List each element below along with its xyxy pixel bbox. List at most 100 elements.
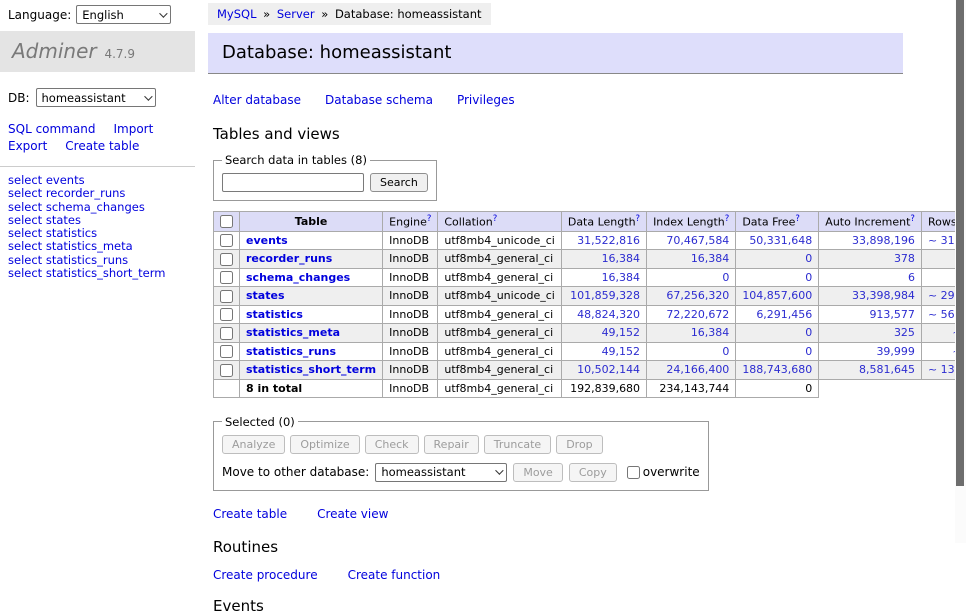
index-length-link[interactable]: 16,384 <box>691 252 730 265</box>
alter-database-link[interactable]: Alter database <box>213 93 301 107</box>
auto-increment-link[interactable]: 33,398,984 <box>852 289 915 302</box>
sidebar-table-link[interactable]: select recorder_runs <box>8 187 195 200</box>
search-button[interactable]: Search <box>370 173 428 192</box>
help-link[interactable]: ? <box>795 214 800 224</box>
check-button[interactable]: Check <box>365 435 419 454</box>
auto-increment-link[interactable]: 8,581,645 <box>859 363 915 376</box>
select-all-checkbox[interactable] <box>220 215 233 228</box>
index-length-link[interactable]: 0 <box>722 271 729 284</box>
truncate-button[interactable]: Truncate <box>484 435 551 454</box>
database-schema-link[interactable]: Database schema <box>325 93 433 107</box>
create-procedure-link[interactable]: Create procedure <box>213 568 318 582</box>
auto-increment-link[interactable]: 325 <box>894 326 915 339</box>
data-length-link[interactable]: 49,152 <box>602 345 641 358</box>
data-length-link[interactable]: 101,859,328 <box>570 289 640 302</box>
breadcrumb-mysql-link[interactable]: MySQL <box>217 7 257 21</box>
table-name-link[interactable]: statistics_meta <box>246 326 340 339</box>
db-select[interactable]: homeassistant <box>36 88 156 107</box>
data-length-cell: 48,824,320 <box>561 305 646 324</box>
help-link[interactable]: ? <box>636 214 641 224</box>
row-checkbox[interactable] <box>220 327 233 340</box>
index-length-link[interactable]: 67,256,320 <box>666 289 729 302</box>
sidebar-table-link[interactable]: select statistics_short_term <box>8 267 195 280</box>
index-length-link[interactable]: 24,166,400 <box>666 363 729 376</box>
repair-button[interactable]: Repair <box>424 435 479 454</box>
help-link[interactable]: ? <box>493 214 498 224</box>
row-checkbox[interactable] <box>220 364 233 377</box>
sidebar-table-link[interactable]: select schema_changes <box>8 201 195 214</box>
data-length-link[interactable]: 10,502,144 <box>577 363 640 376</box>
index-length-link[interactable]: 0 <box>722 345 729 358</box>
data-free-link[interactable]: 0 <box>805 252 812 265</box>
overwrite-checkbox[interactable] <box>627 466 640 479</box>
analyze-button[interactable]: Analyze <box>222 435 285 454</box>
data-free-cell: 0 <box>736 268 819 287</box>
scrollbar-thumb[interactable] <box>956 0 964 486</box>
auto-increment-link[interactable]: 378 <box>894 252 915 265</box>
create-table-link[interactable]: Create table <box>213 507 287 521</box>
auto-increment-link[interactable]: 33,898,196 <box>852 234 915 247</box>
move-button[interactable]: Move <box>513 463 563 482</box>
table-name-link[interactable]: recorder_runs <box>246 252 332 265</box>
index-length-link[interactable]: 16,384 <box>691 326 730 339</box>
create-view-link[interactable]: Create view <box>317 507 388 521</box>
data-free-link[interactable]: 188,743,680 <box>742 363 812 376</box>
table-name-link[interactable]: states <box>246 289 285 302</box>
data-length-link[interactable]: 48,824,320 <box>577 308 640 321</box>
help-link[interactable]: ? <box>910 214 915 224</box>
data-free-link[interactable]: 0 <box>805 326 812 339</box>
row-checkbox[interactable] <box>220 290 233 303</box>
table-name-link[interactable]: statistics_runs <box>246 345 336 358</box>
sidebar-table-link[interactable]: select states <box>8 214 195 227</box>
total-index-length-cell: 234,143,744 <box>647 379 736 397</box>
sidebar-table-link[interactable]: select statistics_meta <box>8 240 195 253</box>
sidebar-table-link[interactable]: select statistics <box>8 227 195 240</box>
app-logo: Adminer 4.7.9 <box>0 31 195 72</box>
row-checkbox[interactable] <box>220 271 233 284</box>
table-row: recorder_runsInnoDButf8mb4_general_ci16,… <box>214 250 966 269</box>
index-length-link[interactable]: 70,467,584 <box>666 234 729 247</box>
data-free-link[interactable]: 0 <box>805 271 812 284</box>
row-checkbox[interactable] <box>220 345 233 358</box>
help-link[interactable]: ? <box>427 214 432 224</box>
data-length-link[interactable]: 16,384 <box>602 252 641 265</box>
table-name-link[interactable]: schema_changes <box>246 271 350 284</box>
data-length-link[interactable]: 49,152 <box>602 326 641 339</box>
help-link[interactable]: ? <box>725 214 730 224</box>
data-free-link[interactable]: 6,291,456 <box>756 308 812 321</box>
optimize-button[interactable]: Optimize <box>290 435 359 454</box>
auto-increment-link[interactable]: 913,577 <box>869 308 915 321</box>
table-name-link[interactable]: events <box>246 234 288 247</box>
move-database-select[interactable]: homeassistant <box>375 463 507 482</box>
sidebar-link-create-table[interactable]: Create table <box>65 139 139 153</box>
data-free-link[interactable]: 104,857,600 <box>742 289 812 302</box>
section-title-tables: Tables and views <box>213 125 908 143</box>
breadcrumb-server-link[interactable]: Server <box>277 7 315 21</box>
data-free-link[interactable]: 50,331,648 <box>749 234 812 247</box>
data-free-cell: 188,743,680 <box>736 361 819 380</box>
row-checkbox[interactable] <box>220 234 233 247</box>
row-checkbox[interactable] <box>220 308 233 321</box>
auto-increment-link[interactable]: 39,999 <box>876 345 915 358</box>
sidebar-table-link[interactable]: select statistics_runs <box>8 254 195 267</box>
total-label-cell: 8 in total <box>240 379 383 397</box>
copy-button[interactable]: Copy <box>569 463 617 482</box>
sidebar-link-export[interactable]: Export <box>8 139 47 153</box>
auto-increment-link[interactable]: 6 <box>908 271 915 284</box>
sidebar-link-sql-command[interactable]: SQL command <box>8 122 95 136</box>
sidebar-table-link[interactable]: select events <box>8 174 195 187</box>
row-checkbox[interactable] <box>220 253 233 266</box>
privileges-link[interactable]: Privileges <box>457 93 515 107</box>
vertical-scrollbar[interactable] <box>955 0 966 543</box>
create-function-link[interactable]: Create function <box>348 568 441 582</box>
data-length-link[interactable]: 31,522,816 <box>577 234 640 247</box>
table-name-link[interactable]: statistics_short_term <box>246 363 376 376</box>
language-select[interactable]: English <box>76 5 171 24</box>
drop-button[interactable]: Drop <box>556 435 602 454</box>
sidebar-link-import[interactable]: Import <box>113 122 153 136</box>
table-name-link[interactable]: statistics <box>246 308 303 321</box>
data-free-link[interactable]: 0 <box>805 345 812 358</box>
data-length-link[interactable]: 16,384 <box>602 271 641 284</box>
search-input[interactable] <box>222 173 364 192</box>
index-length-link[interactable]: 72,220,672 <box>666 308 729 321</box>
